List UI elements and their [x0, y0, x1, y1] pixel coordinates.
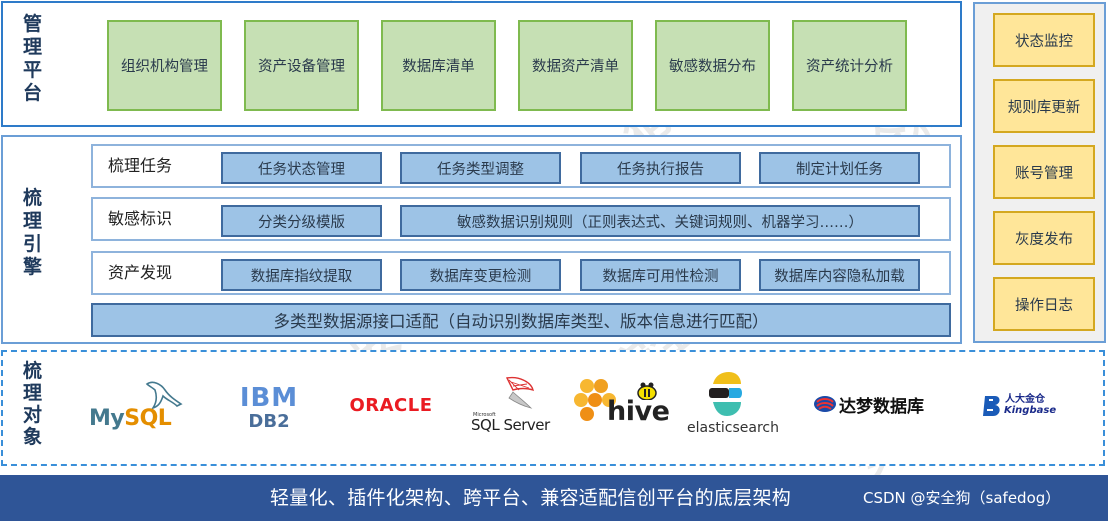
- db-change-detection[interactable]: 数据库变更检测: [400, 259, 561, 291]
- module-sensitive-data-distribution[interactable]: 敏感数据分布: [655, 20, 770, 111]
- classification-template[interactable]: 分类分级模版: [221, 205, 382, 237]
- discovery-targets-layer: 梳 理 对 象 MySQL IBM DB2 ORACLE Microsoft S…: [1, 350, 1105, 466]
- account-management[interactable]: 账号管理: [993, 145, 1095, 199]
- oracle-logo: ORACLE: [339, 390, 443, 420]
- elasticsearch-text: elasticsearch: [687, 420, 779, 436]
- row-label: 资产发现: [108, 263, 173, 282]
- foundation-text: 轻量化、插件化架构、跨平台、兼容适配信创平台的底层架构: [270, 487, 792, 509]
- scheduled-task[interactable]: 制定计划任务: [759, 152, 920, 184]
- operation-log[interactable]: 操作日志: [993, 277, 1095, 331]
- dameng-icon: [814, 396, 836, 412]
- module-org-management[interactable]: 组织机构管理: [107, 20, 222, 111]
- sql-server-text: SQL Server: [471, 416, 550, 434]
- task-execution-report[interactable]: 任务执行报告: [580, 152, 741, 184]
- sql-server-logo: Microsoft SQL Server: [471, 374, 555, 438]
- label-char: 引: [23, 233, 43, 255]
- module-asset-statistics[interactable]: 资产统计分析: [792, 20, 907, 111]
- label-char: 管: [23, 13, 43, 35]
- label-char: 擎: [23, 256, 43, 278]
- foundation-banner: 轻量化、插件化架构、跨平台、兼容适配信创平台的底层架构 CSDN @安全狗（sa…: [0, 475, 1108, 521]
- label-char: 理: [23, 36, 43, 58]
- sql-server-icon: [505, 376, 534, 409]
- label-char: 象: [23, 426, 43, 448]
- label-char: 梳: [23, 360, 43, 382]
- ops-side-panel: 状态监控 规则库更新 账号管理 灰度发布 操作日志: [973, 2, 1106, 343]
- label-char: 台: [23, 82, 43, 104]
- kingbase-logo: 人大金仓 Kingbase: [981, 392, 1061, 422]
- rule-library-update[interactable]: 规则库更新: [993, 79, 1095, 133]
- task-status-management[interactable]: 任务状态管理: [221, 152, 382, 184]
- ibm-stripes-icon: IBM: [239, 383, 299, 413]
- oracle-wordmark: ORACLE: [349, 394, 433, 416]
- db-availability-detection[interactable]: 数据库可用性检测: [580, 259, 741, 291]
- kingbase-cn-text: 人大金仓: [1005, 394, 1045, 405]
- task-type-adjustment[interactable]: 任务类型调整: [400, 152, 561, 184]
- row-label: 敏感标识: [108, 209, 173, 228]
- engine-row-sensitive-marking: 敏感标识 分类分级模版 敏感数据识别规则（正则表达式、关键词规则、机器学习……）: [91, 197, 951, 241]
- label-char: 理: [23, 210, 43, 232]
- module-database-list[interactable]: 数据库清单: [381, 20, 496, 111]
- targets-label: 梳 理 对 象: [23, 360, 42, 448]
- db-content-privacy-loading[interactable]: 数据库内容隐私加载: [759, 259, 920, 291]
- mysql-text-my: My: [89, 406, 125, 431]
- elasticsearch-logo: elasticsearch: [687, 370, 781, 440]
- db-fingerprint-extraction[interactable]: 数据库指纹提取: [221, 259, 382, 291]
- row-label: 梳理任务: [108, 156, 173, 175]
- engine-row-asset-discovery: 资产发现 数据库指纹提取 数据库变更检测 数据库可用性检测 数据库内容隐私加载: [91, 251, 951, 295]
- gray-release[interactable]: 灰度发布: [993, 211, 1095, 265]
- hive-text: hive: [607, 396, 670, 427]
- engine-row-tasks: 梳理任务 任务状态管理 任务类型调整 任务执行报告 制定计划任务: [91, 144, 951, 188]
- status-monitoring[interactable]: 状态监控: [993, 13, 1095, 67]
- label-char: 对: [23, 404, 43, 426]
- label-char: 平: [23, 59, 43, 81]
- management-platform-label: 管 理 平 台: [23, 13, 42, 105]
- elastic-icon: [709, 372, 742, 416]
- module-data-asset-list[interactable]: 数据资产清单: [518, 20, 633, 111]
- dameng-text: 达梦数据库: [839, 397, 924, 417]
- mysql-logo: MySQL: [89, 380, 193, 436]
- hive-logo: hive: [573, 376, 670, 432]
- engine-label: 梳 理 引 擎: [23, 187, 42, 279]
- management-platform-layer: 管 理 平 台 组织机构管理 资产设备管理 数据库清单 数据资产清单 敏感数据分…: [1, 1, 962, 127]
- kingbase-en-text: Kingbase: [1004, 405, 1057, 416]
- label-char: 理: [23, 382, 43, 404]
- label-char: 梳: [23, 187, 43, 209]
- db2-text: DB2: [248, 411, 290, 432]
- csdn-credit: CSDN @安全狗（safedog）: [863, 489, 1061, 507]
- mysql-text-sql: SQL: [124, 406, 172, 431]
- ibm-db2-logo: IBM DB2: [231, 380, 307, 436]
- datasource-adapter[interactable]: 多类型数据源接口适配（自动识别数据库类型、版本信息进行匹配）: [91, 303, 951, 337]
- discovery-engine-layer: 梳 理 引 擎 梳理任务 任务状态管理 任务类型调整 任务执行报告 制定计划任务…: [1, 135, 962, 344]
- kingbase-icon: [983, 396, 1000, 416]
- dameng-logo: 达梦数据库: [813, 390, 943, 418]
- module-asset-device-management[interactable]: 资产设备管理: [244, 20, 359, 111]
- sensitive-data-rules[interactable]: 敏感数据识别规则（正则表达式、关键词规则、机器学习……）: [400, 205, 920, 237]
